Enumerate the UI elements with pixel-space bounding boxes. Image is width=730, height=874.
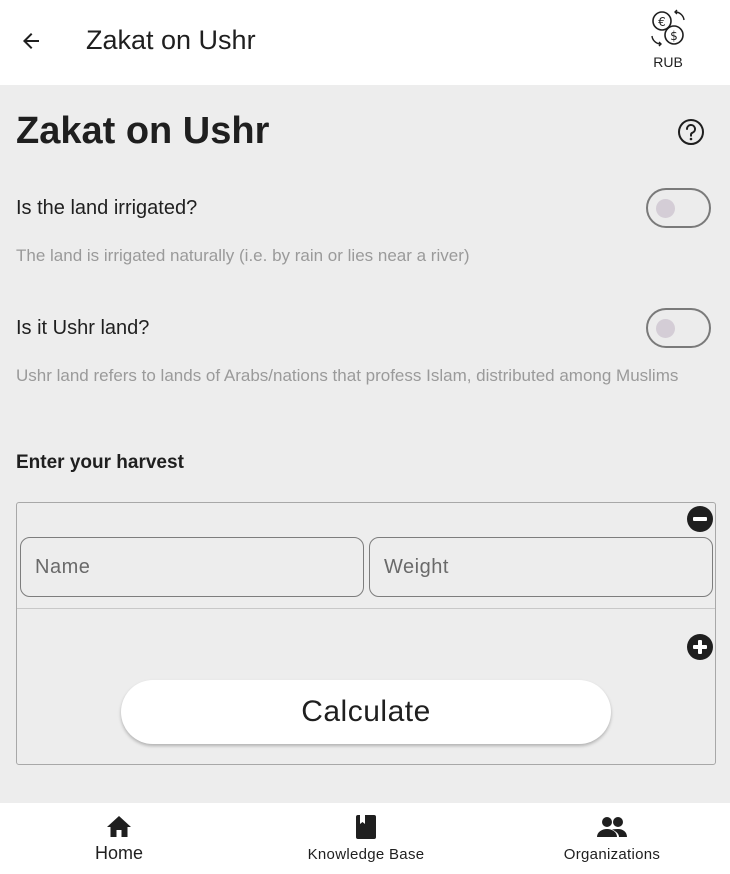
nav-item-home[interactable]: Home	[19, 803, 219, 874]
toggle-knob	[656, 319, 675, 338]
irrigated-toggle[interactable]	[646, 188, 711, 228]
app-bar: Zakat on Ushr € $ RUB	[0, 0, 730, 85]
irrigated-hint: The land is irrigated naturally (i.e. by…	[16, 246, 470, 265]
harvest-section-label: Enter your harvest	[16, 452, 184, 473]
book-icon	[355, 815, 377, 839]
nav-label-knowledge-base: Knowledge Base	[307, 846, 425, 863]
toggle-knob	[656, 199, 675, 218]
plus-circle-icon[interactable]	[687, 634, 713, 660]
people-icon	[597, 815, 627, 839]
bottom-navigation: Home Knowledge Base Organizations	[0, 803, 730, 874]
harvest-weight-input[interactable]	[369, 537, 713, 597]
help-circle-icon	[678, 119, 704, 145]
harvest-name-input[interactable]	[20, 537, 364, 597]
nav-label-organizations: Organizations	[563, 846, 661, 863]
currency-code-label: RUB	[653, 54, 683, 70]
ushr-land-toggle[interactable]	[646, 308, 711, 348]
irrigated-question-label: Is the land irrigated?	[16, 197, 198, 219]
currency-exchange-icon: € $	[651, 9, 685, 47]
ushr-land-hint: Ushr land refers to lands of Arabs/natio…	[16, 366, 679, 385]
ushr-land-question-label: Is it Ushr land?	[16, 317, 150, 339]
app-bar-title: Zakat on Ushr	[86, 25, 256, 55]
calculate-button[interactable]: Calculate	[121, 680, 611, 744]
page-title: Zakat on Ushr	[16, 110, 270, 152]
harvest-card: Calculate	[16, 502, 716, 765]
nav-item-organizations[interactable]: Organizations	[512, 803, 712, 874]
home-icon	[106, 815, 132, 839]
nav-item-knowledge-base[interactable]: Knowledge Base	[266, 803, 466, 874]
nav-label-home: Home	[94, 843, 143, 863]
svg-text:€: €	[658, 15, 666, 29]
arrow-left-icon	[23, 33, 39, 49]
divider	[17, 608, 715, 609]
back-button[interactable]	[12, 22, 50, 60]
minus-circle-icon[interactable]	[687, 506, 713, 532]
help-button[interactable]	[676, 117, 706, 147]
currency-selector-button[interactable]: € $ RUB	[638, 8, 698, 84]
svg-text:$: $	[670, 29, 678, 43]
